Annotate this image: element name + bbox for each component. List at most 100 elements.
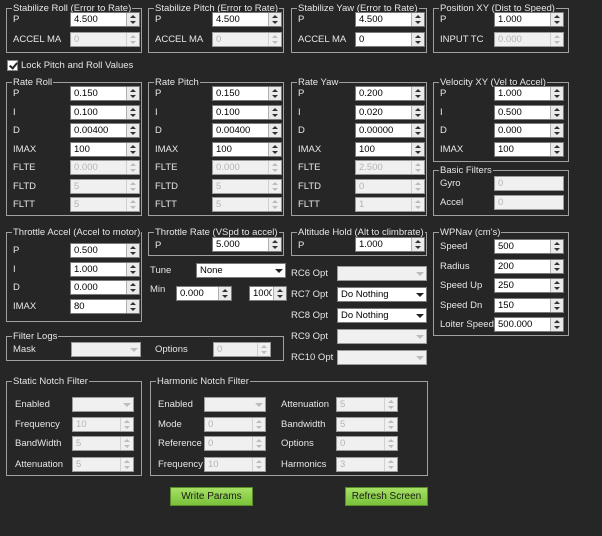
rate-pitch-fltt-input[interactable]: 5 (212, 197, 282, 212)
filter-logs-options-input[interactable]: 0 (213, 342, 271, 357)
spinner-icon[interactable] (550, 259, 563, 273)
chevron-down-icon[interactable] (413, 309, 426, 322)
refresh-screen-button[interactable]: Refresh Screen (345, 487, 428, 506)
spinner-icon[interactable] (268, 13, 281, 26)
spinner-icon[interactable] (550, 298, 563, 312)
harmonic-notch-enabled-select[interactable] (204, 397, 266, 412)
spinner-icon[interactable] (411, 142, 424, 156)
velocity-xy-i-input[interactable]: 0.500 (494, 104, 564, 120)
spinner-icon[interactable] (411, 198, 424, 211)
chevron-down-icon[interactable] (127, 343, 140, 356)
harmonic-notch-bandwidth-input[interactable]: 5 (336, 417, 398, 432)
spinner-icon[interactable] (550, 124, 563, 137)
spinner-icon[interactable] (218, 287, 231, 300)
rate-yaw-d-input[interactable]: 0.00000 (355, 123, 425, 138)
spinner-icon[interactable] (550, 105, 563, 119)
rate-pitch-p-input[interactable]: 0.150 (212, 86, 282, 101)
spinner-icon[interactable] (411, 179, 424, 193)
spinner-icon[interactable] (411, 33, 424, 46)
spinner-icon[interactable] (126, 124, 139, 137)
rate-roll-fltt-input[interactable]: 5 (70, 197, 140, 212)
rc10-opt-select[interactable] (337, 350, 427, 365)
spinner-icon[interactable] (126, 161, 139, 174)
rate-yaw-p-input[interactable]: 0.200 (355, 86, 425, 101)
throttle-accel-i-input[interactable]: 1.000 (70, 261, 140, 277)
tune-min-input[interactable]: 0.000 (176, 286, 232, 301)
filter-logs-mask-select[interactable] (71, 342, 141, 357)
wpnav-speed-input[interactable]: 500 (494, 239, 564, 254)
spinner-icon[interactable] (550, 142, 563, 156)
rate-pitch-imax-input[interactable]: 100 (212, 141, 282, 157)
spinner-icon[interactable] (126, 299, 139, 313)
spinner-icon[interactable] (550, 87, 563, 100)
rate-yaw-i-input[interactable]: 0.020 (355, 104, 425, 120)
spinner-icon[interactable] (384, 458, 397, 471)
rc8-opt-select[interactable]: Do Nothing (337, 308, 427, 323)
rate-roll-flte-input[interactable]: 0.000 (70, 160, 140, 175)
throttle-accel-imax-input[interactable]: 80 (70, 298, 140, 314)
spinner-icon[interactable] (268, 87, 281, 100)
rate-yaw-flte-input[interactable]: 2.500 (355, 160, 425, 175)
tune-select[interactable]: None (196, 263, 286, 278)
position-xy-p-input[interactable]: 1.000 (494, 12, 564, 27)
stabilize-yaw-accel-input[interactable]: 0 (355, 32, 425, 47)
rate-pitch-fltd-input[interactable]: 5 (212, 178, 282, 194)
harmonic-notch-reference-input[interactable]: 0 (204, 436, 266, 451)
chevron-down-icon[interactable] (413, 288, 426, 301)
chevron-down-icon[interactable] (413, 351, 426, 364)
position-xy-input-tc-input[interactable]: 0.000 (494, 32, 564, 47)
rc7-opt-select[interactable]: Do Nothing (337, 287, 427, 302)
basic-filters-gyro-input[interactable]: 0 (494, 176, 564, 191)
spinner-icon[interactable] (126, 244, 139, 257)
spinner-icon[interactable] (126, 13, 139, 26)
basic-filters-accel-input[interactable]: 0 (494, 195, 564, 210)
altitude-hold-p-input[interactable]: 1.000 (355, 237, 425, 252)
spinner-icon[interactable] (384, 418, 397, 431)
spinner-icon[interactable] (550, 318, 563, 331)
stabilize-pitch-p-input[interactable]: 4.500 (212, 12, 282, 27)
chevron-down-icon[interactable] (272, 264, 285, 277)
rate-yaw-fltt-input[interactable]: 1 (355, 197, 425, 212)
spinner-icon[interactable] (550, 13, 563, 26)
rate-roll-p-input[interactable]: 0.150 (70, 86, 140, 101)
spinner-icon[interactable] (252, 437, 265, 450)
spinner-icon[interactable] (252, 458, 265, 471)
chevron-down-icon[interactable] (252, 398, 265, 411)
harmonic-notch-harmonics-input[interactable]: 3 (336, 457, 398, 472)
throttle-accel-d-input[interactable]: 0.000 (70, 280, 140, 295)
tune-max-input[interactable]: 1000 (249, 286, 287, 301)
spinner-icon[interactable] (550, 33, 563, 46)
wpnav-radius-input[interactable]: 200 (494, 258, 564, 274)
rate-pitch-i-input[interactable]: 0.100 (212, 104, 282, 120)
spinner-icon[interactable] (268, 161, 281, 174)
stabilize-roll-accel-input[interactable]: 0 (70, 32, 140, 47)
harmonic-notch-mode-input[interactable]: 0 (204, 417, 266, 432)
wpnav-speed-dn-input[interactable]: 150 (494, 297, 564, 313)
velocity-xy-p-input[interactable]: 1.000 (494, 86, 564, 101)
chevron-down-icon[interactable] (413, 330, 426, 343)
chevron-down-icon[interactable] (413, 267, 426, 280)
stabilize-pitch-accel-input[interactable]: 0 (212, 32, 282, 47)
write-params-button[interactable]: Write Params (170, 487, 253, 506)
wpnav-loiter-speed-input[interactable]: 500.000 (494, 317, 564, 332)
spinner-icon[interactable] (268, 124, 281, 137)
spinner-icon[interactable] (411, 161, 424, 174)
static-notch-attenuation-input[interactable]: 5 (72, 457, 134, 472)
spinner-icon[interactable] (268, 33, 281, 46)
spinner-icon[interactable] (268, 105, 281, 119)
spinner-icon[interactable] (384, 437, 397, 450)
harmonic-notch-frequency-input[interactable]: 10 (204, 457, 266, 472)
static-notch-frequency-input[interactable]: 10 (72, 417, 134, 432)
rate-pitch-flte-input[interactable]: 0.000 (212, 160, 282, 175)
spinner-icon[interactable] (550, 279, 563, 292)
throttle-rate-p-input[interactable]: 5.000 (212, 237, 282, 252)
spinner-icon[interactable] (126, 281, 139, 294)
throttle-accel-p-input[interactable]: 0.500 (70, 243, 140, 258)
spinner-icon[interactable] (120, 418, 133, 431)
rc9-opt-select[interactable] (337, 329, 427, 344)
spinner-icon[interactable] (120, 458, 133, 471)
harmonic-notch-attenuation-input[interactable]: 5 (336, 397, 398, 412)
velocity-xy-d-input[interactable]: 0.000 (494, 123, 564, 138)
stabilize-yaw-p-input[interactable]: 4.500 (355, 12, 425, 27)
spinner-icon[interactable] (411, 124, 424, 137)
